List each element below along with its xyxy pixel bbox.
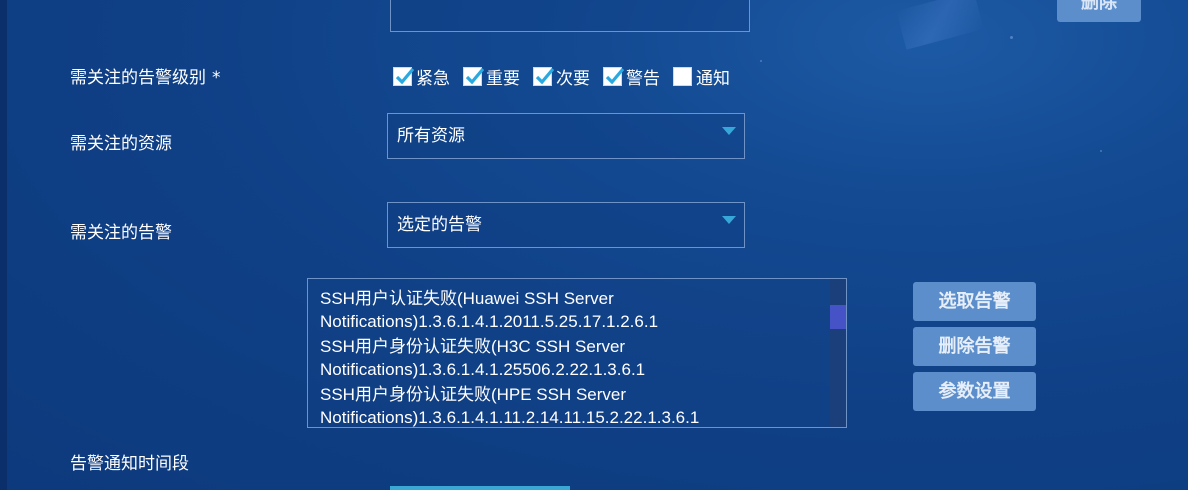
- checkbox-urgent-box[interactable]: [393, 66, 415, 86]
- resources-select-value: 所有资源: [397, 126, 465, 146]
- select-alarms-button[interactable]: 选取告警: [913, 282, 1036, 321]
- chevron-down-icon[interactable]: [722, 216, 736, 224]
- list-scrollbar-thumb[interactable]: [830, 305, 846, 329]
- list-item[interactable]: SSH用户身份认证失败(H3C SSH Server Notifications…: [320, 335, 830, 381]
- checkbox-major-box[interactable]: [463, 66, 485, 86]
- parameter-settings-button[interactable]: 参数设置: [913, 372, 1036, 411]
- list-item-line: SSH用户身份认证失败(H3C SSH Server: [320, 337, 626, 356]
- checkbox-warning-box[interactable]: [603, 66, 625, 86]
- background-sparkle: [760, 60, 762, 62]
- checkbox-major-label: 重要: [486, 68, 520, 89]
- alarms-label: 需关注的告警: [70, 223, 172, 243]
- delete-alarms-button[interactable]: 删除告警: [913, 327, 1036, 366]
- list-scrollbar-track[interactable]: [830, 279, 846, 427]
- background-sparkle: [1100, 150, 1102, 152]
- top-delete-button[interactable]: 删除: [1057, 0, 1141, 22]
- resources-select[interactable]: 所有资源: [387, 113, 745, 159]
- background-sparkle: [1010, 36, 1013, 39]
- alarm-level-label: 需关注的告警级别 *: [70, 63, 221, 88]
- alarm-level-checkboxes: 紧急 重要 次要 警告 通知: [393, 64, 743, 89]
- checkbox-minor-label: 次要: [556, 68, 590, 89]
- background-light-streak: [896, 0, 984, 50]
- alarms-select-value: 选定的告警: [397, 215, 482, 235]
- list-item-line: Notifications)1.3.6.1.4.1.2011.5.25.17.1…: [320, 312, 659, 331]
- top-textarea[interactable]: [390, 0, 750, 32]
- required-mark: *: [212, 68, 221, 88]
- selected-alarms-list-content: SSH用户认证失败(Huawei SSH Server Notification…: [320, 287, 830, 427]
- checkbox-urgent-label: 紧急: [416, 68, 450, 89]
- alarms-select[interactable]: 选定的告警: [387, 202, 745, 248]
- list-item-line: Notifications)1.3.6.1.4.1.11.2.14.11.15.…: [320, 408, 700, 427]
- list-item[interactable]: SSH用户认证失败(Huawei SSH Server Notification…: [320, 287, 830, 333]
- chevron-down-icon[interactable]: [722, 127, 736, 135]
- alarm-level-label-text: 需关注的告警级别: [70, 68, 206, 88]
- checkbox-warning[interactable]: 警告: [603, 64, 668, 89]
- checkbox-urgent[interactable]: 紧急: [393, 64, 458, 89]
- checkbox-minor[interactable]: 次要: [533, 64, 598, 89]
- list-item[interactable]: SSH用户身份认证失败(HPE SSH Server Notifications…: [320, 383, 830, 427]
- checkmark-icon: [395, 67, 415, 84]
- checkbox-major[interactable]: 重要: [463, 64, 528, 89]
- selected-alarms-list[interactable]: SSH用户认证失败(Huawei SSH Server Notification…: [307, 278, 847, 428]
- checkbox-notice-box[interactable]: [673, 66, 692, 86]
- notify-period-label: 告警通知时间段: [70, 454, 189, 474]
- checkmark-icon: [535, 67, 555, 84]
- resources-label: 需关注的资源: [70, 134, 172, 154]
- checkbox-warning-label: 警告: [626, 68, 660, 89]
- list-item-line: SSH用户认证失败(Huawei SSH Server: [320, 289, 614, 308]
- checkmark-icon: [465, 67, 485, 84]
- left-edge: [0, 0, 7, 490]
- list-item-line: SSH用户身份认证失败(HPE SSH Server: [320, 385, 627, 404]
- checkmark-icon: [605, 67, 625, 84]
- checkbox-notice-label: 通知: [696, 68, 730, 89]
- checkbox-minor-box[interactable]: [533, 66, 555, 86]
- notify-period-control[interactable]: [390, 486, 570, 490]
- checkbox-notice[interactable]: 通知: [673, 64, 738, 89]
- list-item-line: Notifications)1.3.6.1.4.1.25506.2.22.1.3…: [320, 360, 646, 379]
